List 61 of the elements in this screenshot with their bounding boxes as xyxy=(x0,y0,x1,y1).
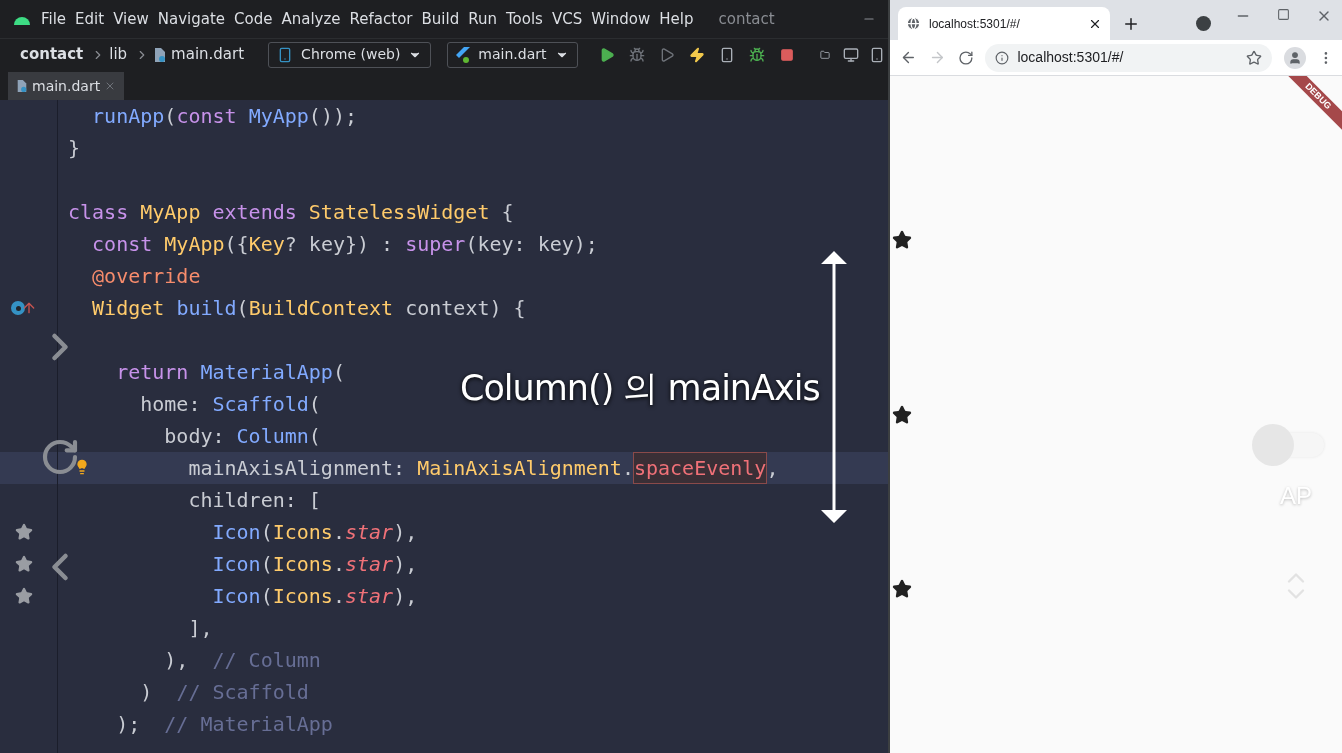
star-icon xyxy=(892,230,912,251)
code-line: ], xyxy=(187,615,213,642)
code-line: children: [ xyxy=(187,487,321,514)
menu-item[interactable]: VCS xyxy=(551,7,583,31)
project-title: contact xyxy=(718,8,775,30)
menu-item[interactable]: Refactor xyxy=(349,7,413,31)
menu-item[interactable]: Edit xyxy=(75,7,105,31)
code-line: ) // Scaffold xyxy=(139,679,309,706)
star-icon xyxy=(892,578,912,599)
editor-tab[interactable]: main.dart xyxy=(8,72,125,100)
code-line: Icon(Icons.star), xyxy=(211,551,418,578)
code-line: class MyApp extends StatelessWidget { xyxy=(68,199,514,226)
flutter-icon xyxy=(456,46,471,63)
code-line: ), // Column xyxy=(163,647,321,674)
menu-item[interactable]: View xyxy=(113,7,149,31)
menu-item[interactable]: Help xyxy=(659,7,694,31)
double-arrow-icon xyxy=(820,250,848,524)
address-bar[interactable]: localhost:5301/#/ xyxy=(985,43,1273,72)
menu-item[interactable]: Tools xyxy=(505,7,543,31)
menu-item[interactable]: Build xyxy=(421,7,460,31)
star-icon xyxy=(15,523,33,541)
menu-item[interactable]: Analyze xyxy=(281,7,341,31)
dart-file-icon xyxy=(153,46,168,63)
override-icon[interactable] xyxy=(11,300,37,316)
reload-icon[interactable] xyxy=(957,49,974,66)
breadcrumb[interactable]: contact xyxy=(20,43,84,66)
video-caption: Column() 의 mainAxis xyxy=(460,367,820,410)
code-line: Widget build(BuildContext context) { xyxy=(91,295,526,322)
menu-item[interactable]: Window xyxy=(591,7,651,31)
code-line: home: Scaffold( xyxy=(139,391,321,418)
bookmark-star-icon[interactable] xyxy=(1246,49,1263,66)
globe-icon xyxy=(906,16,921,31)
code-line: const MyApp({Key? key}) : super(key: key); xyxy=(91,231,598,258)
dart-file-icon xyxy=(16,79,28,93)
star-icon xyxy=(15,587,33,605)
bulb-icon[interactable] xyxy=(74,459,90,475)
device-selector[interactable]: Chrome (web) xyxy=(268,41,432,68)
code-line: Icon(Icons.star), xyxy=(211,583,418,610)
menu-item[interactable]: Navigate xyxy=(157,7,226,31)
profile-icon[interactable] xyxy=(1284,46,1307,69)
breadcrumb[interactable]: lib xyxy=(109,43,128,66)
code-line: ); // MaterialApp xyxy=(115,711,333,738)
star-icon xyxy=(15,555,33,573)
browser-tab[interactable]: localhost:5301/#/ xyxy=(898,7,1110,40)
star-icon xyxy=(892,404,912,425)
menu-item[interactable]: File xyxy=(41,7,67,31)
replay-icon[interactable] xyxy=(40,437,80,477)
info-icon[interactable] xyxy=(995,50,1010,65)
run-config-selector[interactable]: main.dart xyxy=(447,41,578,68)
menu-item[interactable]: Code xyxy=(234,7,273,31)
code-line: Icon(Icons.star), xyxy=(211,519,418,546)
code-line: @override xyxy=(91,263,201,290)
code-line: body: Column( xyxy=(163,423,321,450)
menu-item[interactable]: Run xyxy=(468,7,497,31)
tab-search-icon[interactable] xyxy=(1196,16,1211,31)
code-line: runApp(const MyApp()); xyxy=(91,103,357,130)
breadcrumb[interactable]: main.dart xyxy=(171,43,245,66)
code-line: } xyxy=(68,135,81,162)
back-icon[interactable] xyxy=(900,49,917,66)
code-line: return MaterialApp( xyxy=(115,359,345,386)
maximize-icon[interactable] xyxy=(1277,8,1290,21)
